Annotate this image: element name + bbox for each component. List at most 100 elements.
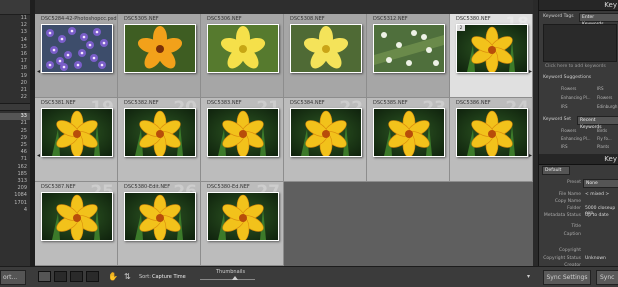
preset-dropdown[interactable]: None	[583, 179, 618, 188]
sync-settings-button[interactable]: Sync Settings	[543, 270, 591, 285]
keyword-suggestion[interactable]: IRS	[597, 86, 604, 91]
grid-cell[interactable]: 23 DSC5385.NEF	[367, 98, 450, 182]
folder-count[interactable]: 185	[0, 171, 30, 178]
folder-count[interactable]: 22	[0, 94, 30, 101]
folder-count[interactable]: 11	[0, 15, 30, 22]
sort-dropdown[interactable]: Capture Time	[152, 274, 186, 280]
keyword-suggestion[interactable]: Enhancing Pl...	[561, 95, 591, 100]
stack-collapse-icon[interactable]: ◂	[37, 152, 41, 160]
keyword-suggestion[interactable]: Flowers	[597, 95, 612, 100]
metadata-view-dropdown[interactable]: Default	[542, 166, 570, 175]
folder-count[interactable]: 25	[0, 142, 30, 149]
photo-thumbnail[interactable]	[124, 108, 196, 157]
sort-direction-icon[interactable]: ⇅	[124, 272, 131, 281]
folder-count[interactable]: 4	[0, 207, 30, 214]
metadata-panel-header[interactable]: Key	[539, 154, 618, 165]
keyword-set-item[interactable]: Plants	[597, 144, 609, 149]
folder-count[interactable]: 1084	[0, 192, 30, 199]
grid-cell[interactable]: DSC5312.NEF	[367, 14, 450, 98]
survey-view-button[interactable]	[86, 271, 99, 282]
keywording-panel-header[interactable]: Key	[539, 0, 618, 11]
import-button[interactable]: ort...	[0, 270, 26, 285]
folder-count[interactable]: 25	[0, 128, 30, 135]
grid-cell[interactable]: DSC5284-42-Photoshopcc.psd	[35, 14, 118, 98]
left-panel-divider[interactable]	[0, 103, 30, 112]
grid-cell[interactable]: DSC5305.NEF	[118, 14, 201, 98]
folder-count[interactable]: 313	[0, 178, 30, 185]
compare-view-button[interactable]	[70, 271, 83, 282]
grid-cell[interactable]: 19 DSC5381.NEF	[35, 98, 118, 182]
metadata-value[interactable]: Up to date	[585, 213, 609, 218]
folder-count[interactable]: 13	[0, 29, 30, 36]
photo-thumbnail[interactable]	[41, 108, 113, 157]
photo-thumbnail[interactable]	[207, 192, 279, 241]
grid-cell[interactable]: DSC5308.NEF	[284, 14, 367, 98]
enter-keywords-dropdown[interactable]: Enter Keywords	[579, 13, 618, 27]
file-name: DSC5383.NEF	[207, 100, 242, 106]
folder-count[interactable]: 29	[0, 135, 30, 142]
keyword-set-item[interactable]: Enhancing Pl...	[561, 136, 591, 141]
grid-cell[interactable]: 21 DSC5383.NEF	[201, 98, 284, 182]
grid-empty-area	[284, 182, 533, 266]
thumbnail-size-knob[interactable]	[232, 276, 238, 280]
keyword-suggestion[interactable]: Edinburgh	[597, 104, 617, 109]
photo-thumbnail[interactable]	[41, 24, 113, 73]
grid-cell[interactable]: 22 DSC5384.NEF	[284, 98, 367, 182]
photo-thumbnail[interactable]	[207, 108, 279, 157]
grid-cell[interactable]: DSC5306.NEF	[201, 14, 284, 98]
folder-count[interactable]: 16	[0, 51, 30, 58]
grid-cell[interactable]: 27 DSC5380-Ed.NEF	[201, 182, 284, 266]
keyword-tags-field[interactable]	[543, 24, 617, 62]
keyword-set-item[interactable]: Fly fo...	[597, 136, 612, 141]
photo-thumbnail[interactable]	[290, 108, 362, 157]
photo-thumbnail[interactable]	[290, 24, 362, 73]
folder-count[interactable]: 14	[0, 37, 30, 44]
toolbar-menu-icon[interactable]: ▾	[527, 273, 530, 280]
keyword-suggestion[interactable]: Flowers	[561, 86, 576, 91]
folder-count[interactable]: 71	[0, 156, 30, 163]
grid-view-button[interactable]	[38, 271, 51, 282]
photo-thumbnail[interactable]	[373, 108, 445, 157]
folder-count[interactable]: 19	[0, 73, 30, 80]
metadata-value[interactable]: < mixed >	[585, 192, 609, 197]
photo-thumbnail[interactable]: 2	[456, 24, 528, 73]
stack-collapse-icon[interactable]: ◂	[37, 68, 41, 76]
folder-count[interactable]: 21	[0, 87, 30, 94]
metadata-value[interactable]: Unknown	[585, 256, 606, 261]
keyword-set-item[interactable]: Birds	[597, 128, 607, 133]
keyword-set-item[interactable]: IRS	[561, 144, 568, 149]
folder-count[interactable]: 20	[0, 80, 30, 87]
grid-cell[interactable]: 26 DSC5380-Edit.NEF	[118, 182, 201, 266]
folder-count[interactable]: 1701	[0, 200, 30, 207]
folder-count[interactable]: 18	[0, 65, 30, 72]
folder-count[interactable]: 15	[0, 44, 30, 51]
grid-cell[interactable]: 20 DSC5382.NEF	[118, 98, 201, 182]
photo-thumbnail[interactable]	[373, 24, 445, 73]
folder-count[interactable]: 21	[0, 120, 30, 127]
painter-icon[interactable]: ✋	[108, 272, 118, 281]
sync-metadata-button[interactable]: Sync	[596, 270, 618, 285]
folder-count[interactable]: 17	[0, 58, 30, 65]
photo-thumbnail[interactable]	[456, 108, 528, 157]
stack-count-badge[interactable]: 2	[457, 25, 465, 31]
loupe-view-button[interactable]	[54, 271, 67, 282]
folder-count[interactable]: 46	[0, 149, 30, 156]
folder-count[interactable]: 162	[0, 164, 30, 171]
file-name: DSC5380.NEF	[456, 16, 491, 22]
keyword-suggestion[interactable]: IRS	[561, 104, 568, 109]
grid-cell[interactable]: 18 DSC5380.NEF 2	[450, 14, 533, 98]
photo-thumbnail[interactable]	[124, 192, 196, 241]
photo-thumbnail[interactable]	[41, 192, 113, 241]
folder-count[interactable]: 33	[0, 113, 30, 121]
folder-count[interactable]: 209	[0, 185, 30, 192]
photo-thumbnail[interactable]	[124, 24, 196, 73]
add-keywords-hint[interactable]: Click here to add keywords	[545, 64, 606, 69]
thumbnail-size-slider[interactable]	[200, 279, 255, 280]
keyword-set-item[interactable]: Flowers	[561, 128, 576, 133]
folder-count[interactable]: 12	[0, 22, 30, 29]
left-panel-header[interactable]	[0, 0, 30, 15]
grid-cell[interactable]: 25 DSC5387.NEF	[35, 182, 118, 266]
keyword-set-dropdown[interactable]: Recent Keywords	[577, 116, 618, 130]
photo-thumbnail[interactable]	[207, 24, 279, 73]
grid-cell[interactable]: 24 DSC5386.NEF	[450, 98, 533, 182]
